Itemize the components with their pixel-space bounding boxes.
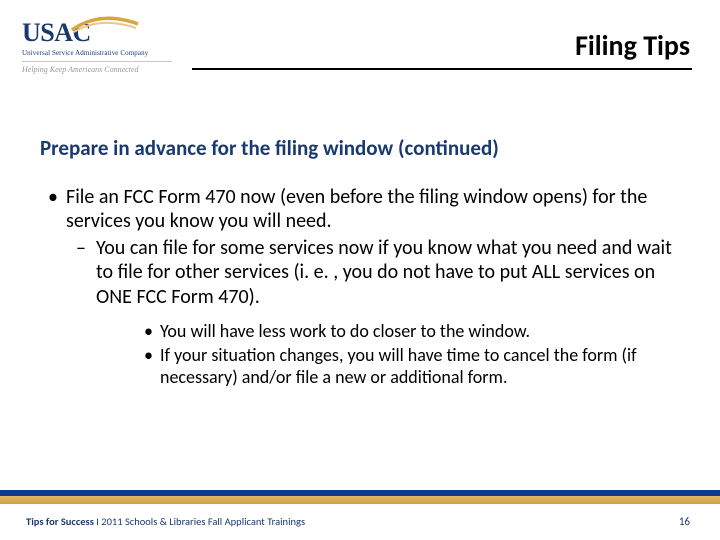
logo-block: USAC Universal Service Administrative Co… <box>22 18 182 74</box>
section-heading: Prepare in advance for the filing window… <box>40 135 682 161</box>
title-underline <box>192 68 692 70</box>
logo-tagline: Helping Keep Americans Connected <box>22 65 182 74</box>
page-number: 16 <box>679 515 690 528</box>
logo-subtitle: Universal Service Administrative Company <box>22 49 182 57</box>
footer-rest: I 2011 Schools & Libraries Fall Applican… <box>94 515 305 528</box>
bullet-level3: You will have less work to do closer to … <box>40 321 682 343</box>
content-area: Prepare in advance for the filing window… <box>40 135 682 389</box>
footer-text: Tips for Success I 2011 Schools & Librar… <box>26 515 305 528</box>
footer-band <box>0 490 720 504</box>
bullet-level2: You can file for some services now if yo… <box>40 236 682 309</box>
logo-divider <box>22 61 172 62</box>
bullet-level1: File an FCC Form 470 now (even before th… <box>40 185 682 234</box>
bullet-level3: If your situation changes, you will have… <box>40 345 682 389</box>
footer-bold: Tips for Success <box>26 515 94 528</box>
swoosh-icon <box>70 14 140 34</box>
slide-title: Filing Tips <box>575 28 690 63</box>
